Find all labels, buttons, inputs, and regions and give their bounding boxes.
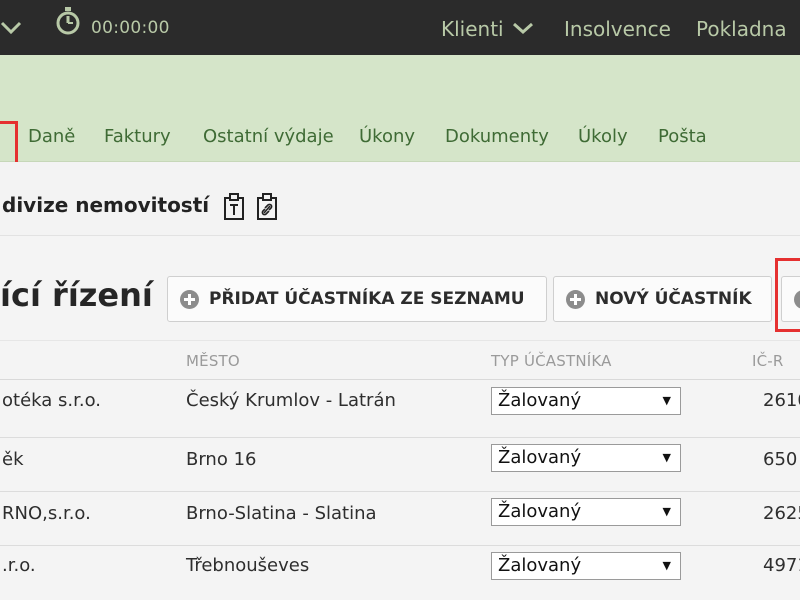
participant-type-select[interactable]: Žalovaný ▼ bbox=[491, 444, 681, 472]
section-title: ící řízení bbox=[0, 276, 153, 314]
plus-circle-icon bbox=[566, 289, 585, 309]
tab-faktury[interactable]: Faktury bbox=[104, 126, 171, 147]
participant-ico: 2625 bbox=[763, 503, 800, 524]
table-row: ěk Brno 16 Žalovaný ▼ 650 bbox=[0, 438, 800, 492]
select-value: Žalovaný bbox=[498, 390, 582, 411]
select-value: Žalovaný bbox=[498, 501, 582, 522]
rename-icon[interactable] bbox=[223, 193, 245, 221]
nav-insolvence[interactable]: Insolvence bbox=[564, 17, 671, 41]
dropdown-arrow-icon: ▼ bbox=[662, 505, 671, 518]
tab-dane[interactable]: Daně bbox=[28, 126, 75, 147]
dropdown-arrow-icon: ▼ bbox=[662, 559, 671, 572]
link-icon[interactable] bbox=[256, 193, 278, 221]
participant-name[interactable]: .r.o. bbox=[2, 555, 36, 576]
timer-display: 00:00:00 bbox=[91, 18, 170, 38]
table-row: .r.o. Třebnouševes Žalovaný ▼ 4971 bbox=[0, 546, 800, 600]
new-participant-button[interactable]: NOVÝ ÚČASTNÍK bbox=[553, 276, 772, 322]
participant-ico: 650 bbox=[763, 449, 798, 470]
tab-ukony[interactable]: Úkony bbox=[359, 126, 415, 147]
participant-city: Brno-Slatina - Slatina bbox=[186, 503, 377, 524]
chevron-down-icon[interactable] bbox=[512, 20, 534, 36]
select-value: Žalovaný bbox=[498, 447, 582, 468]
participant-ico: 2610 bbox=[763, 390, 800, 411]
column-header-type[interactable]: TYP ÚČASTNÍKA bbox=[491, 352, 612, 370]
participant-ico: 4971 bbox=[763, 555, 800, 576]
column-header-ico[interactable]: IČ-R bbox=[752, 352, 784, 370]
nav-klienti[interactable]: Klienti bbox=[441, 17, 504, 41]
tab-posta[interactable]: Pošta bbox=[658, 126, 707, 147]
table-row: otéka s.r.o. Český Krumlov - Latrán Žalo… bbox=[0, 380, 800, 438]
plus-circle-icon bbox=[180, 289, 199, 309]
page-title: divize nemovitostí bbox=[2, 193, 210, 217]
participant-name[interactable]: ěk bbox=[2, 449, 24, 470]
add-from-list-label: PŘIDAT ÚČASTNÍKA ZE SEZNAMU bbox=[209, 289, 525, 309]
stopwatch-icon[interactable] bbox=[54, 6, 82, 36]
tab-ostatni-vydaje[interactable]: Ostatní výdaje bbox=[203, 126, 334, 147]
participant-city: Brno 16 bbox=[186, 449, 257, 470]
new-participant-label: NOVÝ ÚČASTNÍK bbox=[595, 289, 752, 309]
nav-pokladna[interactable]: Pokladna bbox=[696, 17, 787, 41]
table-header bbox=[0, 340, 800, 380]
participant-name[interactable]: otéka s.r.o. bbox=[2, 390, 101, 411]
participant-type-select[interactable]: Žalovaný ▼ bbox=[491, 498, 681, 526]
table-row: RNO,s.r.o. Brno-Slatina - Slatina Žalova… bbox=[0, 492, 800, 546]
participant-city: Třebnouševes bbox=[186, 555, 310, 576]
add-from-list-button[interactable]: PŘIDAT ÚČASTNÍKA ZE SEZNAMU bbox=[167, 276, 547, 322]
tab-dokumenty[interactable]: Dokumenty bbox=[445, 126, 549, 147]
participant-name[interactable]: RNO,s.r.o. bbox=[2, 503, 91, 524]
select-value: Žalovaný bbox=[498, 555, 582, 576]
dropdown-arrow-icon: ▼ bbox=[662, 451, 671, 464]
participant-type-select[interactable]: Žalovaný ▼ bbox=[491, 387, 681, 415]
tab-ukoly[interactable]: Úkoly bbox=[578, 126, 628, 147]
participant-type-select[interactable]: Žalovaný ▼ bbox=[491, 552, 681, 580]
participant-city: Český Krumlov - Latrán bbox=[186, 390, 396, 411]
top-bar: 00:00:00 Klienti Insolvence Pokladna bbox=[0, 0, 800, 55]
chevron-down-icon[interactable] bbox=[0, 19, 26, 37]
column-header-city[interactable]: MĚSTO bbox=[186, 352, 240, 370]
dropdown-arrow-icon: ▼ bbox=[662, 394, 671, 407]
highlight-box bbox=[775, 258, 800, 332]
